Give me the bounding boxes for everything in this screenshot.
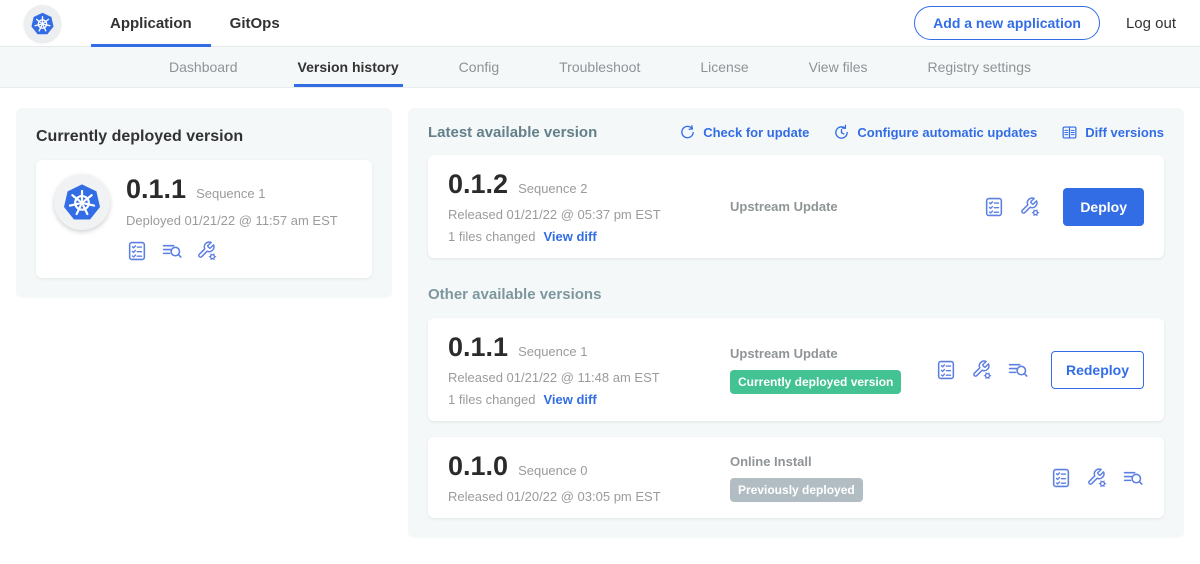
version-number: 0.1.1 <box>448 332 508 363</box>
version-row: 0.1.1 Sequence 1 Released 01/21/22 @ 11:… <box>428 318 1164 421</box>
version-actions: Deploy <box>983 188 1144 226</box>
version-row: 0.1.0 Sequence 0 Released 01/20/22 @ 03:… <box>428 437 1164 518</box>
deployed-timestamp: Deployed 01/21/22 @ 11:57 am EST <box>126 213 338 228</box>
version-row: 0.1.2 Sequence 2 Released 01/21/22 @ 05:… <box>428 155 1164 258</box>
refresh-icon <box>679 124 696 141</box>
preflight-checks-icon[interactable] <box>935 359 957 381</box>
app-subnav: Dashboard Version history Config Trouble… <box>0 47 1200 88</box>
subnav-tab-dashboard[interactable]: Dashboard <box>169 47 238 87</box>
preflight-checks-icon[interactable] <box>1050 467 1072 489</box>
version-actions <box>1050 467 1144 489</box>
version-source: Upstream Update <box>730 346 935 361</box>
app-logo <box>24 5 61 42</box>
view-diff-link[interactable]: View diff <box>543 229 596 244</box>
deploy-logs-icon[interactable] <box>1122 467 1144 489</box>
subnav-tab-version-history[interactable]: Version history <box>298 47 399 87</box>
files-changed: 1 files changed <box>448 229 535 244</box>
deployed-sequence: Sequence 1 <box>196 186 265 201</box>
preflight-checks-icon[interactable] <box>983 196 1005 218</box>
version-source-cell: Upstream Update Currently deployed versi… <box>730 346 935 394</box>
currently-deployed-card: Currently deployed version 0.1.1 Sequenc… <box>16 108 392 298</box>
version-source: Online Install <box>730 454 1050 469</box>
released-timestamp: Released 01/21/22 @ 05:37 pm EST <box>448 207 730 222</box>
deploy-button[interactable]: Deploy <box>1063 188 1144 226</box>
tab-gitops-label: GitOps <box>230 15 280 32</box>
version-actions: Redeploy <box>935 351 1144 389</box>
check-for-update-label: Check for update <box>703 125 809 140</box>
deployed-version-number: 0.1.1 <box>126 174 186 205</box>
view-diff-link[interactable]: View diff <box>543 392 596 407</box>
kubernetes-logo-icon <box>60 180 104 224</box>
deployed-version-card: 0.1.1 Sequence 1 Deployed 01/21/22 @ 11:… <box>36 160 372 278</box>
subnav-tab-view-files[interactable]: View files <box>809 47 868 87</box>
configure-automatic-updates-label: Configure automatic updates <box>857 125 1037 140</box>
diff-icon <box>1061 124 1078 141</box>
edit-config-icon[interactable] <box>1086 467 1108 489</box>
deploy-logs-icon[interactable] <box>1007 359 1029 381</box>
version-sequence: Sequence 0 <box>518 463 587 478</box>
top-nav: Application GitOps <box>91 0 299 46</box>
subnav-tab-config[interactable]: Config <box>459 47 499 87</box>
deploy-logs-icon[interactable] <box>161 240 183 262</box>
edit-config-icon[interactable] <box>196 240 218 262</box>
app-icon <box>54 174 110 230</box>
version-info: 0.1.1 Sequence 1 Released 01/21/22 @ 11:… <box>448 332 730 407</box>
released-timestamp: Released 01/20/22 @ 03:05 pm EST <box>448 489 730 504</box>
tab-application-label: Application <box>110 15 192 32</box>
version-number: 0.1.2 <box>448 169 508 200</box>
latest-available-title: Latest available version <box>428 124 597 141</box>
version-sequence: Sequence 2 <box>518 181 587 196</box>
main-content: Currently deployed version 0.1.1 Sequenc… <box>0 88 1200 558</box>
version-info: 0.1.2 Sequence 2 Released 01/21/22 @ 05:… <box>448 169 730 244</box>
add-application-button[interactable]: Add a new application <box>914 6 1100 40</box>
version-info: 0.1.0 Sequence 0 Released 01/20/22 @ 03:… <box>448 451 730 504</box>
version-history-panel: Latest available version Check for updat… <box>408 108 1184 538</box>
version-number: 0.1.0 <box>448 451 508 482</box>
deployed-version-info: 0.1.1 Sequence 1 Deployed 01/21/22 @ 11:… <box>126 174 338 262</box>
check-for-update-link[interactable]: Check for update <box>679 124 809 141</box>
logout-link[interactable]: Log out <box>1126 15 1176 32</box>
tab-gitops[interactable]: GitOps <box>211 0 299 46</box>
edit-config-icon[interactable] <box>1019 196 1041 218</box>
files-changed: 1 files changed <box>448 392 535 407</box>
status-badge: Currently deployed version <box>730 370 901 394</box>
schedule-icon <box>833 124 850 141</box>
version-source: Upstream Update <box>730 199 983 214</box>
diff-versions-link[interactable]: Diff versions <box>1061 124 1164 141</box>
panel-header: Latest available version Check for updat… <box>428 124 1164 141</box>
other-available-heading: Other available versions <box>428 286 1164 303</box>
configure-automatic-updates-link[interactable]: Configure automatic updates <box>833 124 1037 141</box>
version-source-cell: Online Install Previously deployed <box>730 454 1050 502</box>
tab-application[interactable]: Application <box>91 0 211 46</box>
subnav-tab-registry-settings[interactable]: Registry settings <box>928 47 1031 87</box>
panel-actions: Check for update Configure automatic upd… <box>679 124 1164 141</box>
subnav-tab-license[interactable]: License <box>700 47 748 87</box>
kubernetes-logo-icon <box>29 10 56 37</box>
status-badge: Previously deployed <box>730 478 863 502</box>
version-sequence: Sequence 1 <box>518 344 587 359</box>
currently-deployed-title: Currently deployed version <box>36 128 372 146</box>
diff-versions-label: Diff versions <box>1085 125 1164 140</box>
version-source-cell: Upstream Update <box>730 199 983 214</box>
edit-config-icon[interactable] <box>971 359 993 381</box>
subnav-tab-troubleshoot[interactable]: Troubleshoot <box>559 47 640 87</box>
preflight-checks-icon[interactable] <box>126 240 148 262</box>
redeploy-button[interactable]: Redeploy <box>1051 351 1144 389</box>
released-timestamp: Released 01/21/22 @ 11:48 am EST <box>448 370 730 385</box>
top-bar: Application GitOps Add a new application… <box>0 0 1200 47</box>
